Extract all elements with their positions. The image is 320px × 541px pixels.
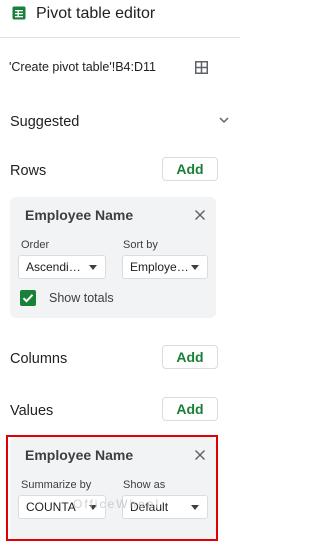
header-divider — [0, 37, 240, 38]
dropdown-arrow-icon — [89, 265, 97, 270]
order-label: Order — [21, 239, 50, 251]
sortby-value: Employe… — [130, 260, 189, 274]
show-totals-checkbox[interactable] — [20, 290, 36, 306]
data-range-field[interactable]: 'Create pivot table'!B4:D11 — [9, 60, 156, 74]
suggested-heading[interactable]: Suggested — [10, 114, 79, 130]
highlight-box — [6, 435, 218, 541]
sortby-select[interactable]: Employe… — [122, 255, 208, 279]
columns-heading: Columns — [10, 351, 68, 367]
rows-field-card: Employee Name Order Ascendi… Sort by Emp… — [10, 197, 216, 318]
order-select[interactable]: Ascendi… — [18, 255, 106, 279]
columns-add-button[interactable]: Add — [162, 345, 218, 369]
sortby-label: Sort by — [123, 239, 158, 251]
show-totals-label: Show totals — [49, 291, 114, 305]
close-icon[interactable] — [194, 209, 206, 221]
values-heading: Values — [10, 403, 54, 419]
grid-select-icon[interactable] — [195, 61, 208, 74]
sheets-table-icon — [12, 6, 26, 20]
order-value: Ascendi… — [26, 260, 81, 274]
rows-card-title: Employee Name — [25, 207, 134, 223]
rows-add-button[interactable]: Add — [162, 157, 218, 181]
panel-title: Pivot table editor — [36, 5, 156, 22]
checkmark-icon — [22, 294, 34, 303]
dropdown-arrow-icon — [191, 265, 199, 270]
chevron-down-icon[interactable] — [218, 116, 230, 124]
rows-heading: Rows — [10, 163, 47, 179]
watermark: OfficeWheel — [73, 497, 161, 511]
values-add-button[interactable]: Add — [162, 397, 218, 421]
